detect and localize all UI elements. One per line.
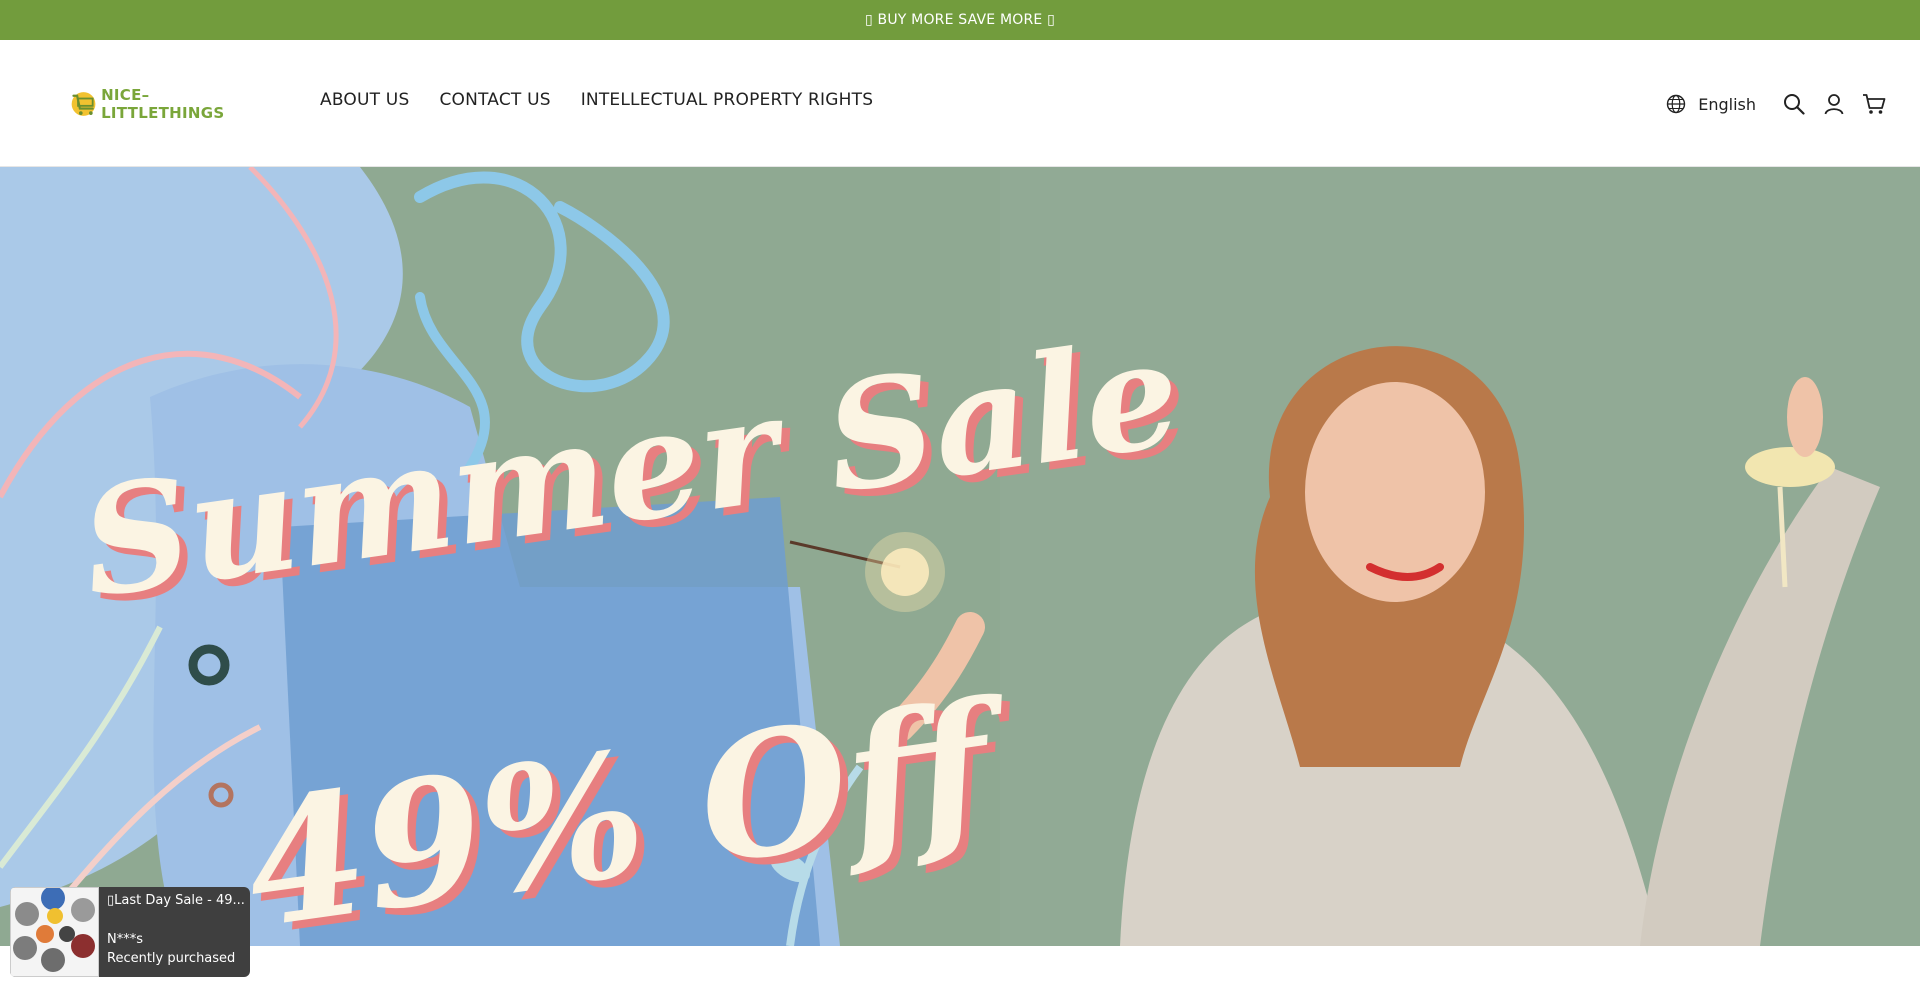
popup-status: Recently purchased [107,951,236,966]
language-label: English [1698,94,1756,114]
nav-about-us[interactable]: ABOUT US [320,90,409,110]
cart-logo-icon [71,92,96,116]
logo-text: NICE–LITTLETHINGS [101,86,225,122]
globe-icon [1667,94,1686,114]
nav-contact-us[interactable]: CONTACT US [439,90,550,110]
popup-title: ▯Last Day Sale - 49... [107,893,245,908]
popup-customer-name: N***s [107,932,143,947]
product-collage-image [11,887,98,976]
main-nav: ABOUT US CONTACT US INTELLECTUAL PROPERT… [320,90,873,110]
cart-icon [1863,94,1886,114]
account-button[interactable] [1814,88,1854,120]
header-tools: English [1666,88,1894,120]
product-thumbnail [10,887,99,977]
popup-text: ▯Last Day Sale - 49... N***s Recently pu… [99,887,250,977]
search-icon [1784,94,1805,115]
cart-button[interactable] [1854,88,1894,120]
recent-purchase-popup[interactable]: ▯Last Day Sale - 49... N***s Recently pu… [10,887,250,977]
search-button[interactable] [1774,88,1814,120]
language-selector[interactable]: English [1666,94,1756,114]
announcement-text: ▯ BUY MORE SAVE MORE ▯ [864,12,1056,28]
logo[interactable]: NICE–LITTLETHINGS [68,84,258,124]
account-icon [1824,94,1844,115]
nav-intellectual-property-rights[interactable]: INTELLECTUAL PROPERTY RIGHTS [581,90,873,110]
hero-banner[interactable]: Summer Sale 49% Off [0,167,1920,946]
announcement-bar: ▯ BUY MORE SAVE MORE ▯ [0,0,1920,40]
site-header: NICE–LITTLETHINGS ABOUT US CONTACT US IN… [0,40,1920,167]
